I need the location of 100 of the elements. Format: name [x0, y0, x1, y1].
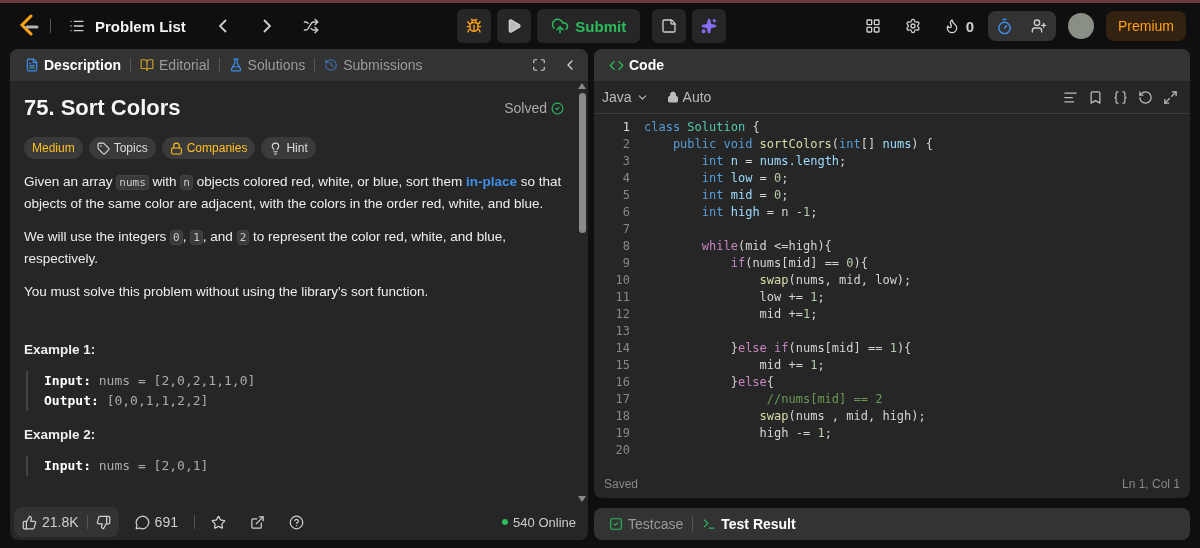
code-line: while(mid <=high){: [700, 238, 832, 253]
play-icon: [506, 18, 523, 34]
premium-button[interactable]: Premium: [1106, 11, 1186, 41]
line-number: 12: [614, 306, 631, 321]
note-icon: [661, 18, 678, 34]
line-number: 16: [614, 374, 631, 389]
terminal-icon: [702, 517, 717, 531]
scrollbar-thumb[interactable]: [578, 93, 586, 233]
tab[interactable]: Testcase: [604, 516, 689, 532]
line-number: 6: [621, 204, 631, 219]
line-number: 7: [621, 221, 631, 236]
line-number: 18: [614, 408, 631, 423]
bookmark-icon[interactable]: [1088, 89, 1103, 105]
cursor-position: Ln 1, Col 1: [1121, 477, 1180, 491]
comments-button[interactable]: 691: [126, 507, 186, 537]
stopwatch-icon: [996, 17, 1014, 35]
solved-status: Solved: [504, 100, 547, 116]
nav-title[interactable]: Problem List: [95, 17, 186, 35]
expand-icon[interactable]: [1163, 89, 1178, 105]
code-line: low += 1;: [758, 289, 825, 304]
code-line: int n = nums.length;: [700, 153, 847, 168]
line-number: 13: [614, 323, 631, 338]
example-title: Example 2:: [24, 427, 97, 442]
submit-button[interactable]: Submit: [537, 9, 641, 43]
line-number: 5: [621, 187, 631, 202]
book-icon: [140, 58, 154, 72]
note-button[interactable]: [652, 9, 687, 43]
user-plus-icon: [1031, 18, 1047, 34]
tag-button[interactable]: Medium: [24, 137, 83, 159]
scroll-down-icon[interactable]: [578, 496, 586, 502]
code-line: swap(nums , mid, high);: [758, 408, 926, 423]
tab[interactable]: Editorial: [135, 57, 215, 73]
chevron-right-icon: [262, 19, 271, 33]
code-line: mid +=1;: [758, 306, 818, 321]
line-number: 8: [621, 238, 631, 253]
tag-icon: [96, 141, 110, 155]
description-paragraph: You must solve this problem without using the library's sort function.: [24, 283, 430, 301]
line-number: 19: [614, 425, 631, 440]
example-line: Input: nums = [2,0,1]: [44, 457, 210, 475]
line-number: 17: [614, 391, 631, 406]
thumbs-up-icon: [22, 514, 37, 530]
tab[interactable]: Submissions: [319, 57, 428, 73]
code-tab[interactable]: Code: [604, 57, 669, 73]
tag-button[interactable]: Topics: [88, 137, 156, 159]
comment-icon: [134, 514, 150, 530]
fullscreen-icon: [532, 58, 546, 72]
cloud-upload-icon: [551, 17, 570, 35]
sparkles-button[interactable]: [692, 9, 727, 43]
code-line: int high = n -1;: [700, 204, 818, 219]
external-link-icon: [249, 514, 265, 530]
language-select[interactable]: Java: [602, 89, 649, 105]
tag-button[interactable]: Hint: [261, 137, 316, 159]
code-line: int low = 0;: [700, 170, 789, 185]
code-line: int mid = 0;: [700, 187, 789, 202]
online-dot: [502, 519, 509, 525]
line-number: 15: [614, 357, 631, 372]
save-status: Saved: [604, 477, 639, 491]
example-line: Output: [0,0,1,1,2,2]: [44, 392, 210, 410]
code-line: class Solution {: [644, 119, 760, 134]
code-line: }else if(nums[mid] == 1){: [729, 340, 912, 355]
scroll-up-icon[interactable]: [578, 83, 586, 89]
line-number: 1: [621, 119, 631, 134]
chevron-left-icon: [218, 19, 227, 33]
list-icon[interactable]: [69, 18, 85, 34]
shuffle-icon: [302, 18, 319, 34]
debug-button[interactable]: [457, 9, 492, 43]
logo-icon[interactable]: [18, 14, 40, 38]
braces-icon[interactable]: [1113, 89, 1128, 105]
line-number: 14: [614, 340, 631, 355]
tab[interactable]: Test Result: [697, 516, 801, 532]
settings-icon: [904, 18, 921, 34]
check-circle-icon: [551, 101, 564, 115]
code-line: if(nums[mid] == 0){: [729, 255, 868, 270]
example-line: Input: nums = [2,0,2,1,1,0]: [44, 372, 257, 390]
flask-icon: [228, 58, 243, 72]
help-icon: [288, 514, 304, 530]
problem-title: 75. Sort Colors: [24, 95, 181, 121]
grid-icon: [864, 18, 881, 34]
reset-icon[interactable]: [1138, 89, 1153, 105]
checkbox-icon: [609, 517, 623, 531]
tab[interactable]: Description: [20, 57, 126, 73]
line-number: 3: [621, 153, 631, 168]
code-line: mid += 1;: [758, 357, 825, 372]
avatar[interactable]: [1068, 13, 1094, 39]
tab[interactable]: Solutions: [223, 57, 311, 73]
code-line: swap(nums, mid, low);: [758, 272, 912, 287]
format-icon[interactable]: [1063, 89, 1078, 105]
star-icon: [210, 514, 226, 530]
document-icon: [25, 58, 39, 72]
tag-button[interactable]: Companies: [161, 137, 256, 159]
line-number: 10: [614, 272, 631, 287]
auto-mode[interactable]: Auto: [666, 89, 712, 105]
in-place-link[interactable]: in-place: [466, 174, 518, 189]
example-title: Example 1:: [24, 342, 97, 357]
description-paragraph: Given an array nums with n objects colored red, white, or blue, sort them in-place so that objects of the same color are adjacent, with the colors in the order red, white, and blue.: [24, 173, 563, 213]
run-button[interactable]: [497, 9, 532, 43]
line-number: 11: [614, 289, 631, 304]
streak-button[interactable]: 0: [935, 9, 982, 43]
code-line: public void sortColors(int[] nums) {: [671, 136, 934, 151]
code-line: }else{: [729, 374, 775, 389]
